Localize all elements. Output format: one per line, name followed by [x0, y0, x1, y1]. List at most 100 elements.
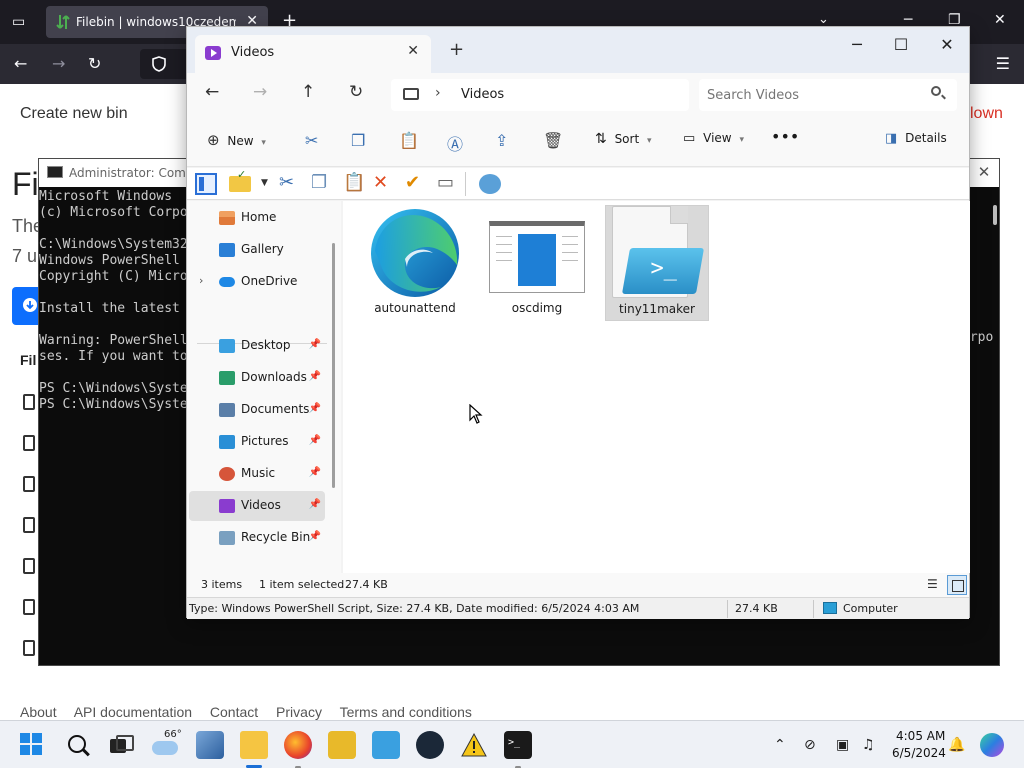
copy-icon[interactable]: ❐ — [311, 172, 327, 193]
share-icon[interactable]: ⇪ — [495, 131, 508, 150]
sidebar-item-pictures[interactable]: Pictures 📌 — [189, 427, 325, 457]
more-options-icon[interactable]: ••• — [771, 127, 799, 146]
create-new-bin-link[interactable]: Create new bin — [20, 105, 128, 123]
copy-icon[interactable]: ❐ — [351, 131, 365, 150]
notepad-icon[interactable] — [372, 731, 400, 759]
forward-arrow-icon[interactable]: → — [253, 82, 267, 102]
console-scrollbar[interactable] — [993, 205, 997, 225]
firefox-icon[interactable] — [284, 731, 312, 759]
paste-icon[interactable]: 📋 — [343, 172, 365, 193]
cut-icon[interactable]: ✂ — [305, 131, 318, 150]
new-tab-icon[interactable]: + — [449, 39, 464, 60]
virtualbox-icon[interactable] — [196, 731, 224, 759]
shield-icon[interactable] — [152, 56, 166, 72]
expand-chevron-icon[interactable]: › — [199, 274, 203, 287]
search-icon[interactable] — [66, 733, 90, 757]
large-icons-view-icon[interactable] — [947, 575, 967, 595]
details-view-icon[interactable] — [927, 577, 941, 591]
clock-time[interactable]: 4:05 AM — [896, 729, 945, 743]
network-globe-icon[interactable] — [479, 174, 501, 194]
explorer-tab-videos[interactable]: Videos ✕ — [195, 35, 431, 73]
forward-arrow-icon[interactable]: → — [52, 54, 65, 73]
file-explorer-icon[interactable] — [240, 731, 268, 759]
mouse-cursor-icon — [469, 404, 483, 424]
file-explorer-window[interactable]: Videos ✕ + ─ ☐ ✕ ← → ↑ ↻ › Videos ⊕ New … — [186, 26, 970, 619]
breadcrumb-chevron-icon[interactable]: › — [435, 85, 441, 101]
sidebar-item-recycle-bin[interactable]: Recycle Bin 📌 — [189, 523, 325, 553]
checkmark-icon[interactable]: ✔ — [405, 172, 420, 193]
close-window-icon[interactable]: ✕ — [994, 12, 1006, 28]
paste-icon[interactable]: 📋 — [399, 131, 419, 150]
display-icon[interactable]: ▣ — [836, 737, 849, 753]
nav-scrollbar[interactable] — [332, 243, 335, 488]
sort-button[interactable]: ⇅ Sort ▾ — [595, 131, 652, 147]
sidebar-item-music[interactable]: Music 📌 — [189, 459, 325, 489]
properties-icon[interactable]: ▭ — [437, 172, 454, 193]
new-button[interactable]: ⊕ New ▾ — [207, 131, 266, 149]
file-item-tiny11maker[interactable]: >_ tiny11maker — [605, 205, 709, 321]
back-arrow-icon[interactable]: ← — [205, 82, 219, 102]
weather-widget[interactable]: 66° — [152, 729, 182, 759]
chevron-down-icon[interactable]: ⌄ — [818, 12, 829, 27]
refresh-icon[interactable]: ↻ — [349, 82, 363, 102]
close-tab-icon[interactable]: ✕ — [407, 43, 419, 59]
sidebar-item-gallery[interactable]: Gallery — [189, 235, 325, 265]
footer-link-contact[interactable]: Contact — [210, 704, 258, 720]
chevron-down-icon[interactable]: ▼ — [261, 178, 268, 188]
search-icon[interactable] — [931, 86, 941, 96]
url-bar[interactable] — [140, 49, 190, 79]
download-button[interactable] — [12, 287, 40, 325]
maximize-icon[interactable]: ☐ — [881, 35, 921, 54]
steam-icon[interactable] — [416, 731, 444, 759]
file-item-autounattend[interactable]: autounattend — [363, 207, 467, 321]
back-arrow-icon[interactable]: ← — [14, 54, 27, 73]
search-box[interactable] — [699, 79, 957, 111]
sidebar-item-desktop[interactable]: Desktop 📌 — [189, 331, 325, 361]
warning-app-icon[interactable] — [460, 731, 488, 759]
list-all-tabs-icon[interactable]: ▭ — [12, 14, 28, 30]
task-view-icon[interactable] — [110, 733, 134, 757]
sidebar-item-videos[interactable]: Videos 📌 — [189, 491, 325, 521]
close-icon[interactable]: ✕ — [969, 159, 999, 187]
hamburger-menu-icon[interactable]: ☰ — [996, 54, 1010, 73]
download-link-partial[interactable]: lown — [970, 105, 1003, 123]
sound-icon[interactable]: ♫ — [862, 737, 875, 753]
terminal-icon[interactable]: >_ — [504, 731, 532, 759]
notepad-plus-icon[interactable] — [328, 731, 356, 759]
footer-link-terms[interactable]: Terms and conditions — [340, 704, 472, 720]
console-line: (c) Microsoft Corpo — [39, 205, 188, 220]
music-icon — [219, 467, 235, 481]
rename-icon[interactable]: Ⓐ — [447, 131, 463, 155]
desktop-icon — [219, 339, 235, 353]
details-button[interactable]: ◨ Details — [885, 131, 947, 146]
start-windows-icon[interactable] — [20, 733, 44, 757]
breadcrumb-videos[interactable]: Videos — [461, 87, 504, 102]
up-arrow-icon[interactable]: ↑ — [301, 82, 315, 102]
footer-link-api[interactable]: API documentation — [74, 704, 192, 720]
network-off-icon[interactable]: ⊘ — [804, 737, 816, 753]
footer-link-about[interactable]: About — [20, 704, 57, 720]
item-count: 3 items — [201, 578, 243, 591]
navigation-pane-icon[interactable] — [195, 173, 217, 195]
sidebar-item-onedrive[interactable]: › OneDrive — [189, 267, 325, 297]
sidebar-item-downloads[interactable]: Downloads 📌 — [189, 363, 325, 393]
sidebar-item-documents[interactable]: Documents 📌 — [189, 395, 325, 425]
copilot-icon[interactable] — [980, 733, 1004, 757]
search-input[interactable] — [707, 83, 917, 107]
reload-icon[interactable]: ↻ — [88, 54, 101, 73]
notification-bell-icon[interactable]: 🔔 — [948, 737, 965, 753]
delete-icon[interactable]: 🗑 — [543, 131, 563, 150]
file-item-oscdimg[interactable]: oscdimg — [485, 207, 589, 321]
sidebar-item-home[interactable]: Home — [189, 203, 325, 233]
address-bar[interactable]: › Videos — [391, 79, 689, 111]
folder-options-icon[interactable] — [229, 168, 251, 192]
chevron-up-icon[interactable]: ⌃ — [774, 737, 786, 753]
view-button[interactable]: ▭ View ▾ — [683, 131, 744, 146]
cut-icon[interactable]: ✂ — [279, 172, 294, 193]
minimize-icon[interactable]: ─ — [837, 35, 877, 54]
footer-link-privacy[interactable]: Privacy — [276, 704, 322, 720]
clock-date[interactable]: 6/5/2024 — [892, 746, 946, 760]
delete-x-icon[interactable]: ✕ — [373, 172, 388, 193]
close-window-icon[interactable]: ✕ — [927, 35, 967, 54]
